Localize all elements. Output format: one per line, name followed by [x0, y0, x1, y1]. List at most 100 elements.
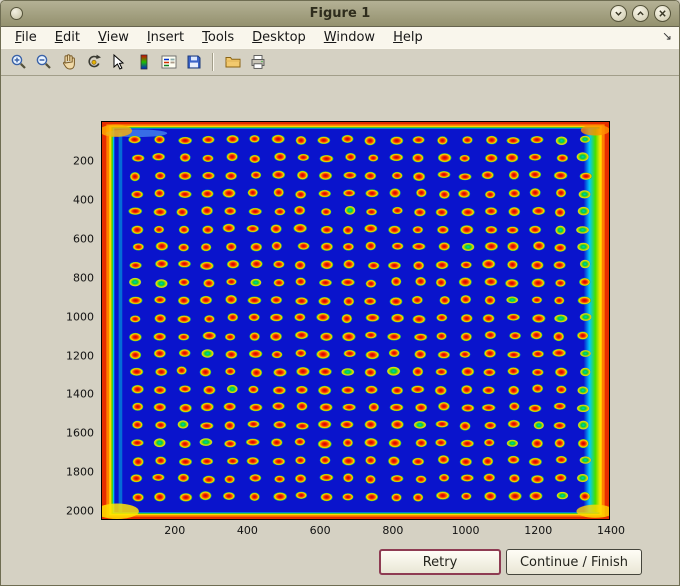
window-controls [610, 5, 679, 22]
array-spot [342, 403, 356, 411]
y-tick-label: 400 [73, 193, 94, 207]
array-spot [435, 277, 447, 287]
array-spot [295, 135, 307, 145]
array-spot [483, 368, 496, 377]
array-spot [318, 189, 331, 198]
array-spot [411, 385, 425, 394]
array-spot [274, 475, 285, 483]
menu-file[interactable]: File [6, 29, 46, 46]
x-tick-label: 800 [382, 524, 404, 537]
print-button[interactable] [246, 51, 269, 74]
array-spot [132, 402, 144, 411]
array-spot [320, 208, 332, 216]
array-spot [343, 296, 355, 306]
array-spot [392, 206, 403, 215]
open-button[interactable] [221, 51, 244, 74]
array-spot [529, 225, 542, 234]
y-tick-label: 1800 [66, 465, 94, 479]
array-spot [320, 492, 333, 502]
array-spot [485, 153, 498, 163]
titlebar[interactable]: Figure 1 [1, 1, 679, 27]
menu-tools[interactable]: Tools [193, 29, 243, 46]
array-spot [249, 474, 262, 482]
array-spot [531, 296, 543, 304]
array-spot [200, 243, 212, 252]
window-menu-icon[interactable] [10, 7, 23, 20]
array-spot [178, 296, 190, 305]
menu-desktop[interactable]: Desktop [243, 29, 315, 46]
array-spot [226, 260, 240, 269]
array-spot [199, 491, 212, 501]
array-spot [200, 402, 214, 412]
zoom-in-button[interactable] [7, 51, 30, 74]
array-spot [294, 313, 306, 322]
retry-button[interactable]: Retry [379, 549, 501, 575]
array-spot [459, 421, 471, 431]
colorbar-button[interactable] [132, 51, 155, 74]
menu-view[interactable]: View [89, 29, 138, 46]
legend-button[interactable] [157, 51, 180, 74]
array-spot [484, 349, 496, 358]
close-button[interactable] [654, 5, 671, 22]
x-tick-label: 1400 [597, 524, 625, 537]
array-spot [506, 226, 519, 234]
dock-figure-icon[interactable]: ↘ [662, 29, 672, 43]
array-spot [203, 385, 216, 395]
array-spot [222, 492, 236, 501]
array-spot [273, 260, 285, 269]
x-tick-label: 600 [309, 524, 331, 537]
array-spot [345, 152, 356, 161]
array-spot [341, 278, 355, 287]
array-spot [579, 456, 592, 464]
menu-help[interactable]: Help [384, 29, 432, 46]
figure-canvas: 200 400 600 800 1000 1200 1400 200 400 600 800 1000… [1, 76, 679, 585]
maximize-button[interactable] [632, 5, 649, 22]
array-spot [578, 190, 591, 199]
heatmap-image[interactable] [102, 122, 609, 519]
array-spot [318, 171, 333, 180]
array-spot [365, 455, 377, 465]
save-button[interactable] [182, 51, 205, 74]
minimize-button[interactable] [610, 5, 627, 22]
array-spot [295, 277, 306, 286]
array-spot [483, 473, 496, 482]
menu-insert[interactable]: Insert [138, 29, 193, 46]
array-spot [296, 366, 310, 376]
menu-edit[interactable]: Edit [46, 29, 89, 46]
y-tick-label: 1200 [66, 349, 94, 363]
array-spot [273, 368, 287, 377]
array-spot [272, 170, 286, 179]
array-spot [343, 189, 356, 197]
array-spot [224, 475, 235, 484]
array-spot [531, 260, 544, 270]
array-spot [269, 332, 282, 341]
array-spot [343, 171, 357, 179]
array-spot [482, 314, 495, 323]
array-spot [224, 207, 237, 216]
array-spot [319, 403, 333, 412]
array-spot [436, 332, 447, 340]
array-spot [342, 242, 354, 251]
array-spot [577, 331, 589, 340]
array-spot [485, 226, 498, 234]
array-spot [274, 152, 287, 162]
continue-finish-button[interactable]: Continue / Finish [506, 549, 642, 575]
array-spot [153, 438, 166, 448]
menu-window[interactable]: Window [315, 29, 384, 46]
array-spot [155, 279, 168, 289]
array-spot [413, 172, 426, 182]
pan-button[interactable] [57, 51, 80, 74]
array-spot [225, 350, 238, 359]
array-spot [413, 493, 424, 502]
array-spot [577, 296, 592, 305]
zoom-out-button[interactable] [32, 51, 55, 74]
rotate-3d-button[interactable] [82, 51, 105, 74]
array-spot [225, 294, 238, 305]
array-spot [484, 421, 497, 430]
array-spot [553, 421, 566, 430]
data-cursor-button[interactable] [107, 51, 130, 74]
array-spot [579, 491, 591, 501]
array-spot [128, 135, 141, 144]
array-spot [555, 367, 568, 377]
array-spot [248, 349, 263, 358]
